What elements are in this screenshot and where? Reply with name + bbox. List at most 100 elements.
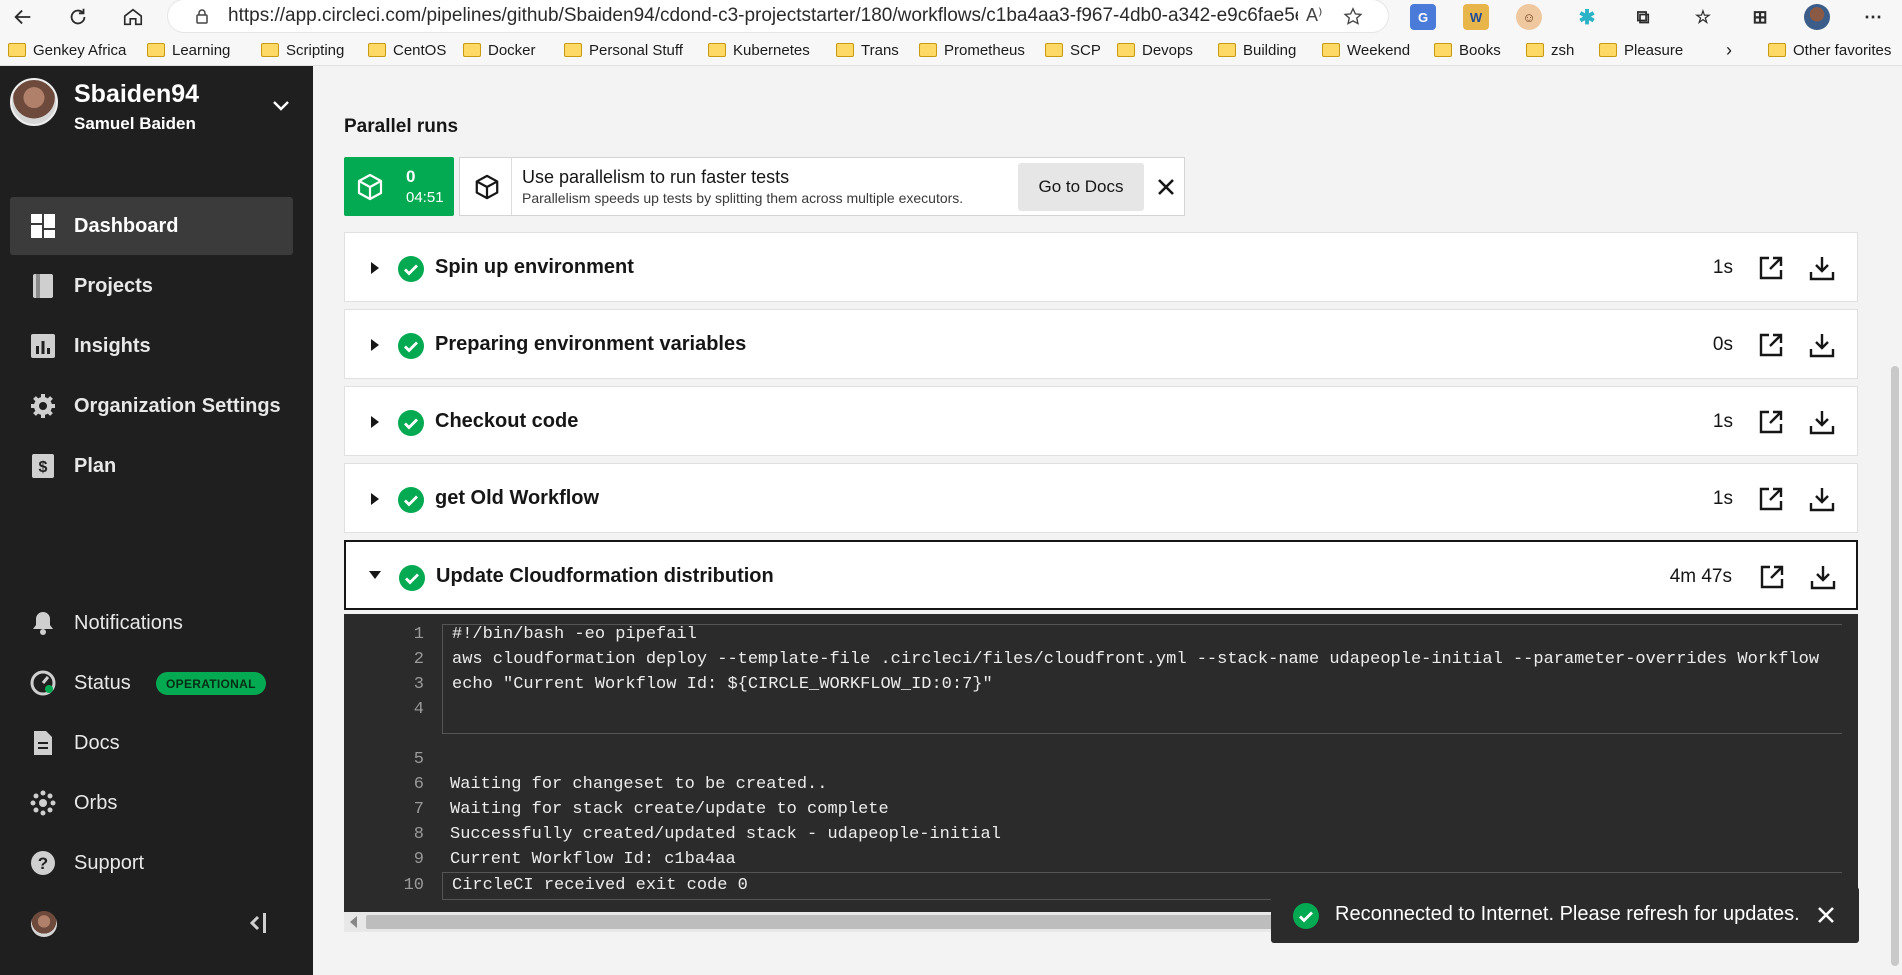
box-icon [475,174,499,200]
open-external-icon[interactable] [1758,332,1784,358]
step-row-expanded[interactable]: Update Cloudformation distribution 4m 47… [344,540,1858,610]
banner-subtitle: Parallelism speeds up tests by splitting… [522,190,964,206]
caret-right-icon[interactable] [370,416,380,428]
reconnected-toast: Reconnected to Internet. Please refresh … [1271,887,1859,943]
success-check-icon [398,410,424,436]
bookmark-folder[interactable]: Learning [147,38,230,62]
console-line: CircleCI received exit code 0 [452,876,748,895]
line-number: 3 [413,675,424,694]
console-line: Successfully created/updated stack - uda… [450,825,1001,844]
collections-icon[interactable]: ⊞ [1747,4,1773,30]
divider [511,158,512,215]
download-icon[interactable] [1809,332,1835,358]
download-icon[interactable] [1809,255,1835,281]
address-bar[interactable]: https://app.circleci.com/pipelines/githu… [168,0,1388,32]
sidebar-item-organization-settings[interactable]: Organization Settings [10,377,293,435]
home-icon[interactable] [116,0,150,34]
sidebar-item-docs[interactable]: Docs [10,714,293,772]
back-icon[interactable] [6,0,40,34]
close-icon[interactable] [1817,906,1835,924]
chevron-right-icon[interactable]: › [1726,38,1732,62]
sparkle-extension-icon[interactable]: ✱ [1574,4,1600,30]
line-number: 5 [413,750,424,769]
sidebar-item-projects[interactable]: Projects [10,257,293,315]
step-output-console[interactable]: 1 #!/bin/bash -eo pipefail 2 aws cloudfo… [344,614,1858,912]
sidebar-item-support[interactable]: ? Support [10,834,293,892]
profile-avatar-icon[interactable] [1804,4,1830,30]
translate-extension-icon[interactable]: G [1410,4,1436,30]
favorites-icon[interactable]: ☆ [1690,4,1716,30]
sidebar-item-plan[interactable]: $ Plan [10,437,293,495]
bookmark-folder[interactable]: Scripting [261,38,344,62]
sidebar-item-label: Organization Settings [74,394,281,417]
extensions-icon[interactable]: ⧉ [1630,4,1656,30]
folder-icon [1322,43,1340,57]
bookmark-label: Docker [488,41,536,59]
scrollbar-thumb[interactable] [1891,366,1899,966]
open-external-icon[interactable] [1759,564,1785,590]
sidebar-item-label: Support [74,851,145,874]
step-duration: 1s [1712,488,1733,509]
console-line: echo "Current Workflow Id: ${CIRCLE_WORK… [452,675,993,694]
sidebar-item-dashboard[interactable]: Dashboard [10,197,293,255]
download-icon[interactable] [1810,564,1836,590]
sidebar-item-label: Notifications [74,611,183,634]
open-external-icon[interactable] [1758,486,1784,512]
caret-right-icon[interactable] [370,262,380,274]
scrollbar-thumb[interactable] [366,915,1376,929]
line-number: 4 [413,700,424,719]
bookmark-folder[interactable]: Docker [463,38,536,62]
step-row[interactable]: Checkout code 1s [344,386,1858,456]
refresh-icon[interactable] [61,0,95,34]
close-icon[interactable] [1156,177,1176,197]
sidebar-item-insights[interactable]: Insights [10,317,293,375]
sidebar-item-orbs[interactable]: Orbs [10,774,293,832]
caret-down-icon[interactable] [369,570,381,580]
bookmark-folder[interactable]: zsh [1526,38,1574,62]
read-aloud-icon[interactable]: A⁾ [1306,5,1322,26]
caret-right-icon[interactable] [370,493,380,505]
bookmark-folder[interactable]: Prometheus [919,38,1025,62]
bookmark-folder[interactable]: Books [1434,38,1501,62]
caret-right-icon[interactable] [370,339,380,351]
more-menu-icon[interactable]: ⋯ [1860,4,1886,30]
word-extension-icon[interactable]: W [1463,4,1489,30]
folder-icon [1117,43,1135,57]
folder-icon [463,43,481,57]
bookmark-folder[interactable]: CentOS [368,38,446,62]
bookmark-folder[interactable]: Weekend [1322,38,1410,62]
open-external-icon[interactable] [1758,409,1784,435]
bookmark-label: Prometheus [944,41,1025,59]
lock-icon [196,9,208,24]
parallel-run-tile[interactable]: 0 04:51 [344,157,454,216]
bookmark-folder[interactable]: Genkey Africa [8,38,126,62]
face-extension-icon[interactable]: ☺ [1516,4,1542,30]
other-favorites-folder[interactable]: Other favorites [1768,38,1891,62]
bookmark-folder[interactable]: Devops [1117,38,1193,62]
download-icon[interactable] [1809,409,1835,435]
bookmark-folder[interactable]: SCP [1045,38,1101,62]
folder-icon [1045,43,1063,57]
step-row[interactable]: Spin up environment 1s [344,232,1858,302]
bookmark-folder[interactable]: Pleasure [1599,38,1683,62]
scroll-left-icon[interactable] [350,916,358,928]
bookmark-folder[interactable]: Personal Stuff [564,38,683,62]
collapse-sidebar-icon[interactable] [246,911,268,935]
add-favorite-icon[interactable] [1342,6,1364,28]
download-icon[interactable] [1809,486,1835,512]
vertical-scrollbar[interactable] [1888,66,1902,975]
bookmark-folder[interactable]: Building [1218,38,1296,62]
folder-icon [564,43,582,57]
bookmark-folder[interactable]: Trans [836,38,899,62]
org-switcher[interactable]: Sbaiden94 Samuel Baiden [0,66,313,162]
go-to-docs-button[interactable]: Go to Docs [1018,163,1144,211]
sidebar-item-status[interactable]: Status OPERATIONAL [10,654,293,712]
bookmark-folder[interactable]: Kubernetes [708,38,810,62]
step-row[interactable]: Preparing environment variables 0s [344,309,1858,379]
sidebar-item-notifications[interactable]: Notifications [10,594,293,652]
open-external-icon[interactable] [1758,255,1784,281]
line-number: 2 [413,650,424,669]
step-row[interactable]: get Old Workflow 1s [344,463,1858,533]
avatar[interactable] [31,911,57,937]
sidebar-item-label: Plan [74,454,117,477]
